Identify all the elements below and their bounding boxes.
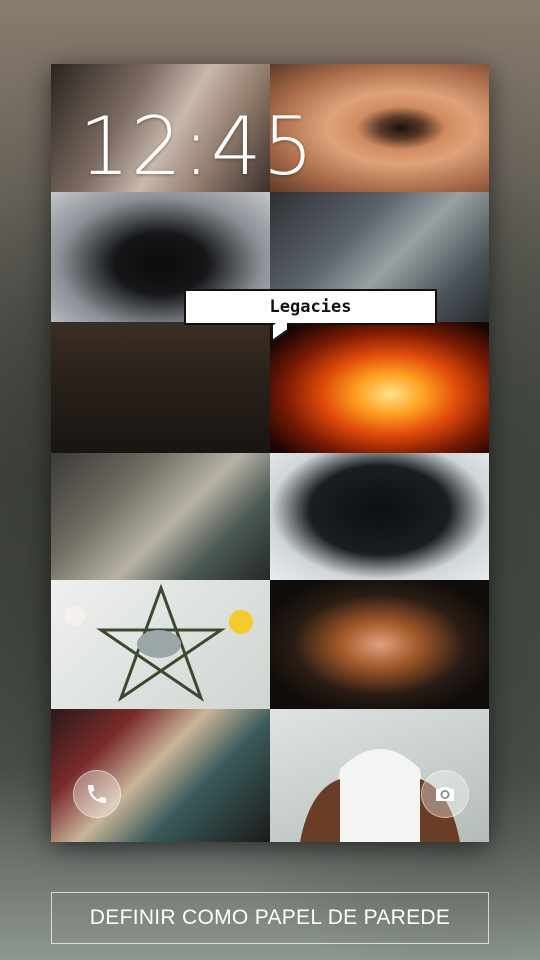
wallpaper-preview: 12:45 Legacies — [51, 64, 489, 842]
tile-flower-pentagram — [51, 580, 270, 709]
tile-curly-hair — [270, 453, 489, 580]
phone-icon — [88, 785, 106, 803]
collage-caption-bubble: Legacies — [184, 289, 437, 325]
tile-fire-hand — [270, 580, 489, 709]
tile-paint-jars — [51, 453, 270, 580]
lock-clock: 12:45 — [79, 100, 315, 193]
phone-shortcut[interactable] — [73, 770, 121, 818]
camera-shortcut[interactable] — [421, 770, 469, 818]
tile-group-photo — [51, 322, 270, 453]
tile-fire — [270, 322, 489, 453]
camera-icon — [436, 787, 454, 801]
set-wallpaper-button[interactable]: DEFINIR COMO PAPEL DE PAREDE — [51, 892, 489, 944]
collage-caption: Legacies — [269, 297, 352, 317]
pentagram-graphic — [65, 583, 253, 702]
